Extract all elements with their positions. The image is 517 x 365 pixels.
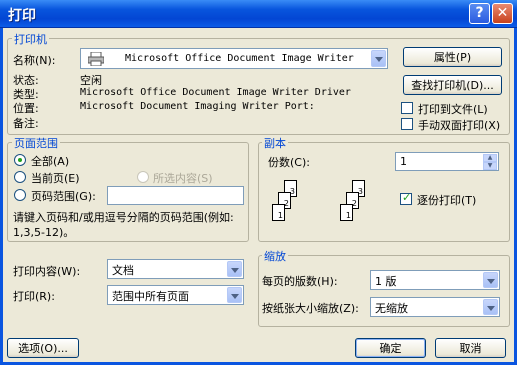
page-icon: 1: [340, 204, 353, 221]
print-which-select[interactable]: 范围中所有页面: [107, 285, 244, 305]
find-printer-button[interactable]: 查找打印机(D)...: [403, 75, 502, 95]
manual-duplex-checkbox[interactable]: [401, 118, 413, 130]
status-value: 空闲: [80, 74, 102, 87]
type-value: Microsoft Office Document Image Writer D…: [80, 87, 351, 98]
print-to-file-checkbox[interactable]: [401, 102, 413, 114]
options-button[interactable]: 选项(O)...: [7, 338, 79, 358]
scale-label: 按纸张大小缩放(Z):: [262, 302, 359, 315]
scale-select[interactable]: 无缩放: [370, 297, 500, 317]
range-current-label[interactable]: 当前页(E): [31, 170, 80, 186]
zoom-label: 缩放: [262, 248, 288, 264]
help-icon[interactable]: ?: [469, 3, 490, 24]
chevron-down-icon[interactable]: [483, 299, 498, 315]
chevron-down-icon[interactable]: [371, 50, 386, 67]
printer-group-label: 打印机: [12, 31, 49, 47]
printer-icon: [87, 51, 105, 67]
window-title: 打印: [8, 8, 36, 24]
range-all-label[interactable]: 全部(A): [31, 153, 69, 169]
where-value: Microsoft Document Imaging Writer Port:: [80, 101, 315, 112]
chevron-down-icon[interactable]: [483, 272, 498, 288]
collate-illustration: 3 2 1 3 2 1: [272, 180, 372, 230]
collate-label[interactable]: 逐份打印(T): [417, 192, 476, 208]
range-all-radio[interactable]: [14, 154, 26, 166]
manual-duplex-label[interactable]: 手动双面打印(X): [418, 117, 500, 133]
stepper-down-icon[interactable]: ▼: [483, 162, 497, 170]
checkmark-icon: ✓: [402, 191, 412, 204]
print-what-label: 打印内容(W):: [13, 265, 81, 278]
where-label: 位置:: [13, 102, 39, 115]
comment-label: 备注:: [13, 117, 39, 130]
range-selection-radio: [137, 171, 149, 183]
printer-name-value: Microsoft Office Document Image Writer: [125, 53, 354, 64]
page-range-input[interactable]: [107, 186, 244, 205]
copies-count-label: 份数(C):: [268, 156, 310, 169]
printer-name-label: 名称(N):: [13, 54, 56, 67]
pages-per-sheet-select[interactable]: 1 版: [370, 270, 500, 290]
print-to-file-label[interactable]: 打印到文件(L): [418, 101, 488, 117]
chevron-down-icon[interactable]: [227, 261, 242, 277]
title-bar: [0, 0, 517, 28]
printer-name-select[interactable]: Microsoft Office Document Image Writer: [80, 48, 388, 69]
properties-button[interactable]: 属性(P): [403, 47, 502, 67]
print-what-select[interactable]: 文档: [107, 259, 244, 279]
stepper-up-icon[interactable]: ▲: [483, 154, 497, 162]
print-which-label: 打印(R):: [13, 290, 55, 303]
close-icon[interactable]: ✕: [492, 3, 513, 24]
ok-button[interactable]: 确定: [355, 338, 426, 358]
collate-checkbox[interactable]: ✓: [400, 191, 412, 205]
copies-stepper[interactable]: 1 ▲ ▼: [395, 152, 499, 171]
range-pages-label[interactable]: 页码范围(G):: [31, 188, 96, 204]
pages-per-sheet-label: 每页的版数(H):: [262, 275, 338, 288]
page-range-label: 页面范围: [12, 135, 60, 151]
range-pages-radio[interactable]: [14, 189, 26, 201]
cancel-button[interactable]: 取消: [435, 338, 506, 358]
page-icon: 1: [272, 204, 285, 221]
chevron-down-icon[interactable]: [227, 287, 242, 303]
page-range-hint: 请键入页码和/或用逗号分隔的页码范围(例如: 1,3,5-12)。: [13, 211, 234, 239]
range-current-radio[interactable]: [14, 171, 26, 183]
range-selection-label: 所选内容(S): [153, 172, 213, 185]
copies-label: 副本: [262, 135, 288, 151]
